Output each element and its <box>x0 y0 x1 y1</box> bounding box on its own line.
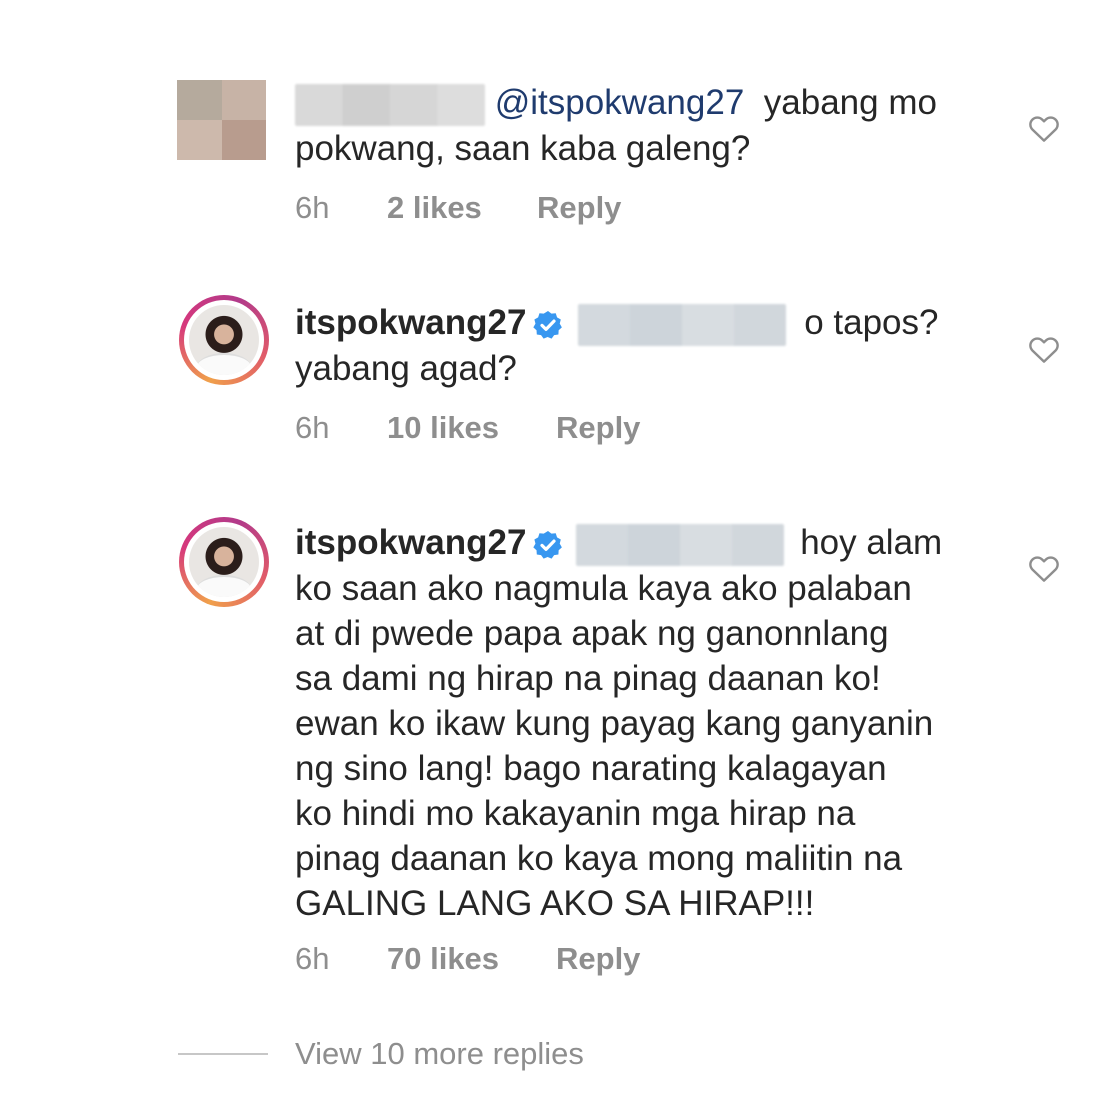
reply-button[interactable]: Reply <box>537 188 621 228</box>
comment-text: itspokwang27 hoy alam ko saan ako nagmul… <box>295 523 943 923</box>
comment-text: itspokwang27 o tapos? yabang agad? <box>295 303 939 388</box>
comment-text: @itspokwang27 yabang mo pokwang, saan ka… <box>295 83 937 168</box>
likes-count[interactable]: 70 likes <box>387 939 499 979</box>
heart-outline-icon[interactable] <box>1028 553 1060 583</box>
divider-line <box>178 1053 268 1055</box>
blurred-username[interactable] <box>295 83 485 126</box>
avatar[interactable] <box>179 517 269 607</box>
username-link[interactable]: itspokwang27 <box>295 523 526 562</box>
likes-count[interactable]: 10 likes <box>387 408 499 448</box>
comment-time: 6h <box>295 941 330 976</box>
blurred-username[interactable] <box>576 523 785 566</box>
comment-time: 6h <box>295 190 330 225</box>
blurred-username[interactable] <box>578 303 787 346</box>
reply-button[interactable]: Reply <box>556 939 640 979</box>
username-link[interactable]: itspokwang27 <box>295 303 526 342</box>
reply-button[interactable]: Reply <box>556 408 640 448</box>
verified-badge-icon <box>533 310 563 339</box>
verified-badge-icon <box>533 530 563 559</box>
view-more-replies-label[interactable]: View 10 more replies <box>295 1032 584 1076</box>
likes-count[interactable]: 2 likes <box>387 188 482 228</box>
avatar-blurred[interactable] <box>177 80 266 160</box>
comment-time: 6h <box>295 410 330 445</box>
heart-outline-icon[interactable] <box>1028 113 1060 143</box>
avatar[interactable] <box>179 295 269 385</box>
heart-outline-icon[interactable] <box>1028 334 1060 364</box>
view-more-replies[interactable]: View 10 more replies <box>178 1032 778 1076</box>
mention-link[interactable]: @itspokwang27 <box>495 83 745 122</box>
